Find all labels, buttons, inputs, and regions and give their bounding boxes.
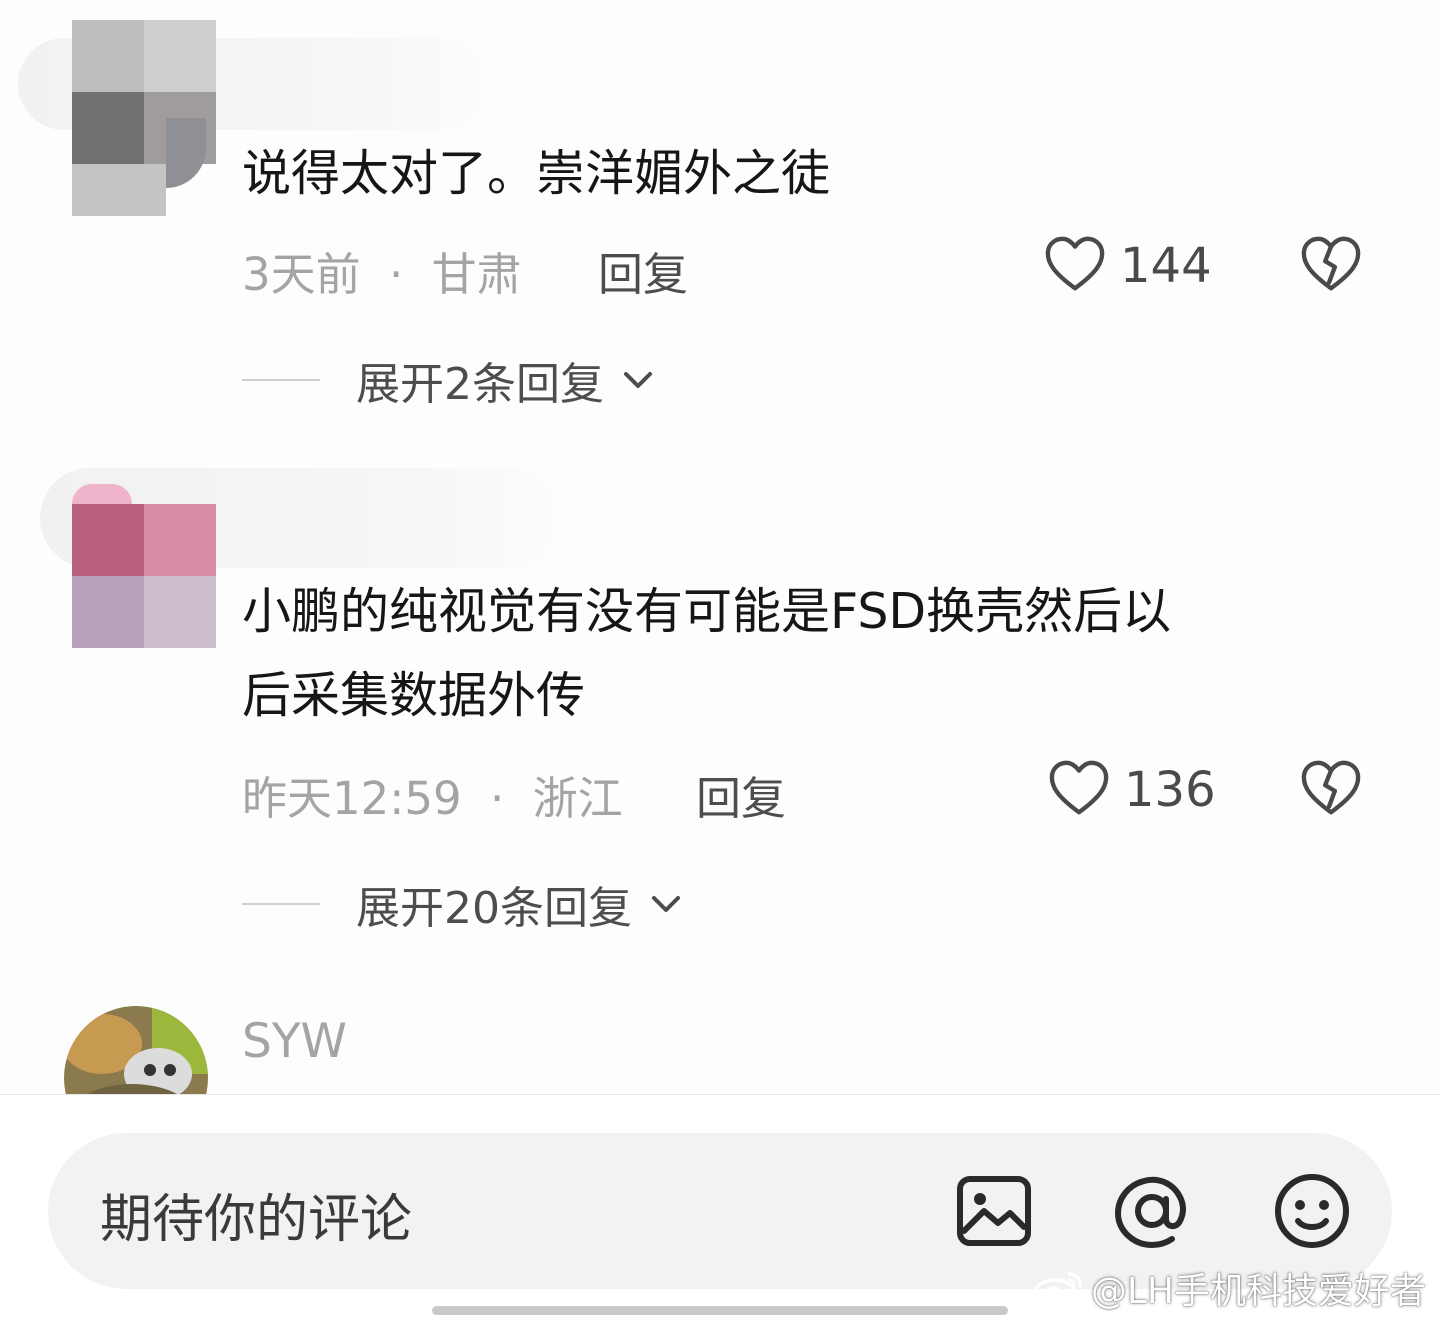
expand-replies[interactable]: 展开20条回复 — [242, 874, 686, 934]
heart-icon[interactable] — [1044, 234, 1106, 296]
broken-heart-icon[interactable] — [1300, 234, 1362, 296]
avatar[interactable] — [72, 504, 216, 648]
expand-divider — [242, 903, 320, 905]
comment-time: 3天前 — [242, 248, 361, 301]
chevron-down-icon — [624, 372, 652, 388]
comment-location: 甘肃 — [431, 248, 522, 301]
image-icon[interactable] — [952, 1169, 1036, 1253]
broken-heart-icon[interactable] — [1300, 758, 1362, 820]
expand-replies-label: 展开20条回复 — [356, 883, 632, 934]
home-indicator[interactable] — [432, 1306, 1008, 1315]
meta-separator: · — [388, 248, 404, 301]
username[interactable]: SYW — [242, 1014, 347, 1069]
at-icon[interactable] — [1110, 1169, 1194, 1253]
reply-button[interactable]: 回复 — [598, 238, 688, 303]
expand-replies[interactable]: 展开2条回复 — [242, 350, 658, 410]
comment-meta: 3天前 · 甘肃 — [242, 238, 522, 303]
heart-icon[interactable] — [1048, 758, 1110, 820]
chevron-down-icon — [652, 896, 680, 912]
comment-location: 浙江 — [532, 772, 623, 825]
like-count: 144 — [1120, 238, 1212, 294]
comment-text: 小鹏的纯视觉有没有可能是FSD换壳然后以 后采集数据外传 — [242, 570, 1402, 738]
reply-button[interactable]: 回复 — [696, 762, 786, 827]
comment-text: 说得太对了。崇洋媚外之徒 — [242, 145, 831, 202]
meta-separator: · — [490, 772, 505, 825]
watermark: @LH手机科技爱好者 — [1031, 1262, 1426, 1314]
emoji-icon[interactable] — [1270, 1169, 1354, 1253]
weibo-logo-icon — [1033, 1272, 1082, 1308]
watermark-text: @LH手机科技爱好者 — [1090, 1271, 1426, 1312]
like-count: 136 — [1124, 762, 1216, 818]
expand-divider — [242, 379, 320, 381]
comment-text-line: 后采集数据外传 — [242, 667, 586, 724]
avatar-edge — [72, 484, 132, 504]
comment-input-placeholder: 期待你的评论 — [100, 1190, 413, 1250]
comment-text-line: 小鹏的纯视觉有没有可能是FSD换壳然后以 — [242, 583, 1172, 640]
comment-time: 昨天12:59 — [242, 772, 462, 825]
expand-replies-label: 展开2条回复 — [356, 359, 604, 410]
avatar-pixel — [72, 164, 166, 216]
comment-meta: 昨天12:59 · 浙江 — [242, 762, 623, 827]
avatar-edge — [166, 118, 206, 188]
